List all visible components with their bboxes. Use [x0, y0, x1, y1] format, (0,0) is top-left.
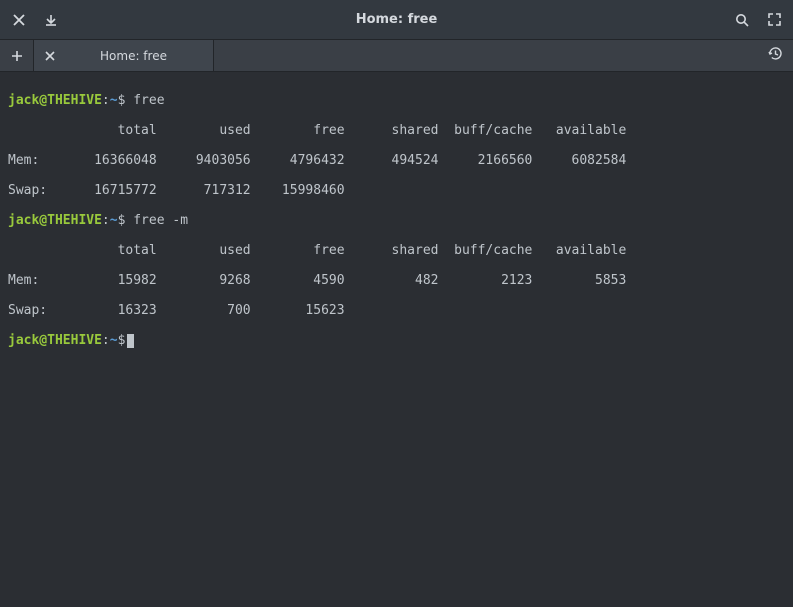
window-minimize-icon[interactable] — [42, 11, 60, 29]
prompt-user-host: jack@THEHIVE — [8, 213, 102, 228]
prompt-line: jack@THEHIVE:~$ free — [8, 93, 785, 108]
prompt-sep: : — [102, 213, 110, 228]
prompt-symbol: $ — [118, 333, 126, 348]
titlebar-left-controls — [10, 11, 100, 29]
command-text: free — [133, 93, 164, 108]
prompt-sep: : — [102, 93, 110, 108]
cursor — [127, 334, 134, 348]
output-swap-row: Swap: 16323 700 15623 — [8, 303, 785, 318]
prompt-path: ~ — [110, 93, 118, 108]
history-icon[interactable] — [768, 46, 783, 65]
output-header: total used free shared buff/cache availa… — [8, 243, 785, 258]
terminal-view[interactable]: jack@THEHIVE:~$ free total used free sha… — [0, 72, 793, 369]
output-mem-row: Mem: 15982 9268 4590 482 2123 5853 — [8, 273, 785, 288]
prompt-path: ~ — [110, 333, 118, 348]
tabbar-right — [758, 40, 793, 71]
tab-close-icon[interactable] — [34, 40, 66, 71]
prompt-line: jack@THEHIVE:~$ — [8, 333, 785, 348]
prompt-symbol: $ — [118, 93, 126, 108]
search-icon[interactable] — [733, 11, 751, 29]
prompt-path: ~ — [110, 213, 118, 228]
tab-home-free[interactable]: Home: free — [34, 40, 214, 71]
window-title: Home: free — [100, 12, 693, 27]
command-text: free -m — [133, 213, 188, 228]
fullscreen-icon[interactable] — [765, 11, 783, 29]
window-titlebar: Home: free — [0, 0, 793, 40]
prompt-user-host: jack@THEHIVE — [8, 93, 102, 108]
tab-bar: Home: free — [0, 40, 793, 72]
prompt-line: jack@THEHIVE:~$ free -m — [8, 213, 785, 228]
output-mem-row: Mem: 16366048 9403056 4796432 494524 216… — [8, 153, 785, 168]
new-tab-button[interactable] — [0, 40, 34, 71]
prompt-sep: : — [102, 333, 110, 348]
tab-label: Home: free — [66, 49, 201, 63]
prompt-user-host: jack@THEHIVE — [8, 333, 102, 348]
prompt-symbol: $ — [118, 213, 126, 228]
window-close-icon[interactable] — [10, 11, 28, 29]
titlebar-right-controls — [693, 11, 783, 29]
output-swap-row: Swap: 16715772 717312 15998460 — [8, 183, 785, 198]
output-header: total used free shared buff/cache availa… — [8, 123, 785, 138]
